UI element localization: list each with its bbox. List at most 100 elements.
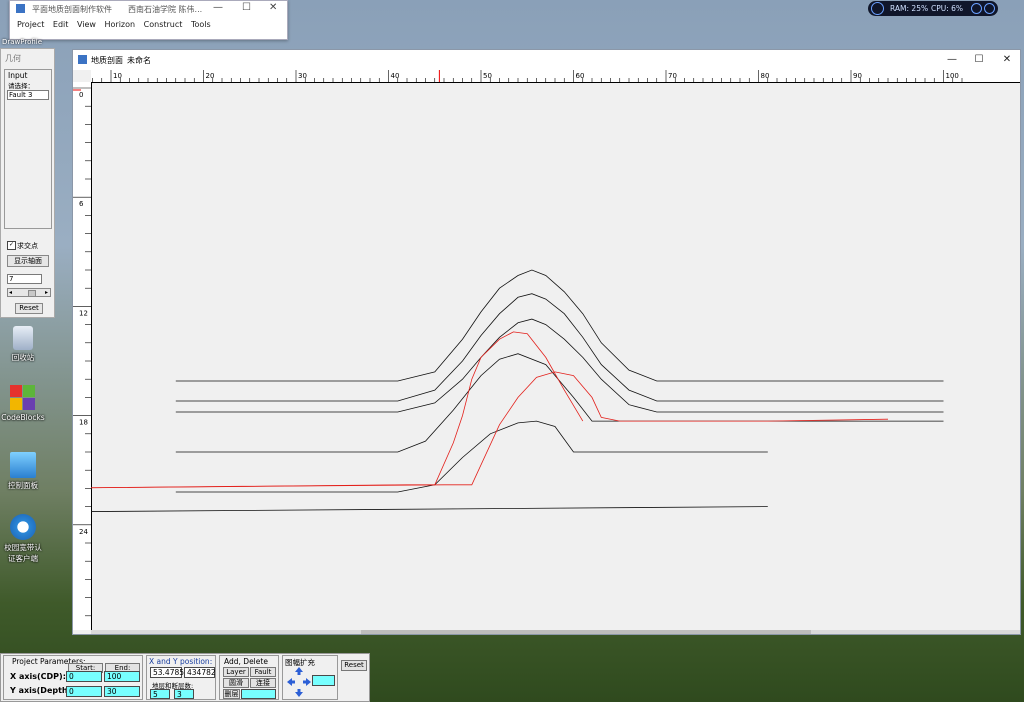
x-ruler-label: 20 (206, 72, 215, 80)
toolbox-title: 几何 (5, 54, 21, 63)
add-delete-label: Add, Delete (224, 657, 268, 666)
y-start-field[interactable]: 0 (66, 686, 102, 697)
selected-item-field[interactable]: Fault 3 (7, 90, 49, 100)
panel-reset-button[interactable]: Reset (341, 660, 367, 671)
horizon-line-2[interactable] (175, 293, 944, 402)
x-ruler-label: 100 (946, 72, 959, 80)
smooth-button[interactable]: 圆滑 (223, 678, 249, 688)
desktop-icon-codeblocks[interactable]: CodeBlocks (0, 385, 48, 422)
add-layer-button[interactable]: Layer (223, 667, 249, 677)
add-fault-button[interactable]: Fault (250, 667, 276, 677)
maximize-button[interactable]: ☐ (242, 2, 251, 13)
drawing-area[interactable]: 10 20 30 40 50 60 70 80 90 100 0 6 12 18 24 (73, 70, 1020, 634)
main-maximize-button[interactable]: ☐ (967, 52, 991, 68)
menu-project[interactable]: Project (17, 20, 44, 29)
x-start-field[interactable]: 0 (66, 671, 102, 682)
add-icon[interactable] (984, 3, 995, 14)
position-group: X and Y position: 53.4785 434782 地层和断层数:… (146, 655, 216, 700)
x-ruler-label: 60 (576, 72, 585, 80)
x-ruler-label: 10 (113, 72, 122, 80)
x-end-field[interactable]: 100 (104, 671, 140, 682)
toolbox-reset-button[interactable]: Reset (15, 303, 43, 314)
horizontal-scroll-thumb[interactable] (361, 630, 811, 634)
menu-tools[interactable]: Tools (191, 20, 211, 29)
x-position-field: 53.4785 (150, 667, 184, 678)
menu-construct[interactable]: Construct (144, 20, 183, 29)
connect-button[interactable]: 连接 (250, 678, 276, 688)
speed-icon[interactable] (971, 3, 982, 14)
project-params-group: Project Parameters: Start: End: X axis(C… (3, 655, 143, 700)
y-end-field[interactable]: 30 (104, 686, 140, 697)
y-ruler-label: 6 (79, 200, 84, 208)
xy-position-label: X and Y position: (149, 657, 213, 666)
horizon-line-5[interactable] (175, 420, 768, 493)
cpu-usage: CPU: 6% (931, 4, 964, 13)
vertical-ruler-ticks: 0 6 12 18 24 (73, 87, 91, 617)
scroll-right-icon[interactable]: ▸ (45, 289, 48, 296)
desktop-icon-label: 回收站 (11, 353, 35, 362)
menu-bar: Project Edit View Horizon Construct Tool… (17, 20, 217, 29)
taskbar-label: DrawProfile (2, 38, 43, 46)
horizon-line-4[interactable] (175, 353, 944, 453)
horizontal-ruler-ticks: 10 20 30 40 50 60 70 80 90 100 (92, 70, 963, 82)
fault-count-field[interactable]: 3 (174, 689, 194, 699)
desktop-icon-control-panel[interactable]: 控制面板 (0, 452, 48, 491)
fault-line-2[interactable] (91, 371, 889, 489)
scroll-left-icon[interactable]: ◂ (9, 289, 12, 296)
close-button[interactable]: ✕ (269, 2, 277, 13)
top-window-subtitle: 西南石油学院 陈伟... (128, 5, 203, 14)
intersect-checkbox-label: 求交点 (17, 242, 38, 250)
menu-view[interactable]: View (77, 20, 96, 29)
add-delete-group: Add, Delete Layer Fault 圆滑 连接 删层 (219, 655, 279, 700)
delete-layer-button[interactable]: 删层 (223, 689, 240, 699)
desktop-icon-label: 校园宽带认 证客户端 (4, 543, 42, 563)
desktop-icon-label: 控制面板 (8, 481, 38, 490)
menu-horizon[interactable]: Horizon (105, 20, 136, 29)
x-ruler-label: 30 (298, 72, 307, 80)
horizon-line-3[interactable] (175, 318, 944, 413)
zoom-field[interactable] (312, 675, 335, 686)
minimize-button[interactable]: — (213, 2, 223, 13)
main-close-button[interactable]: ✕ (995, 52, 1019, 68)
desktop-icon-recycle-bin[interactable]: 回收站 (0, 326, 48, 363)
layer-count-field[interactable]: 5 (150, 689, 170, 699)
intersect-checkbox[interactable]: ✓ (7, 241, 16, 250)
window-icon (78, 55, 87, 64)
cross-section-plot[interactable] (91, 82, 1020, 630)
x-ruler-label: 70 (668, 72, 677, 80)
recycle-bin-icon (13, 326, 33, 350)
vertical-ruler: 0 6 12 18 24 (73, 82, 92, 630)
menu-edit[interactable]: Edit (53, 20, 69, 29)
desktop-icon-campus-auth[interactable]: 校园宽带认 证客户端 (0, 514, 48, 564)
input-group: Input 请选择： Fault 3 (4, 69, 52, 229)
y-position-field: 434782 (184, 667, 216, 678)
x-ruler-label: 80 (761, 72, 770, 80)
top-window-title: 平面地质剖面制作软件 (32, 5, 112, 14)
system-monitor-widget: RAM: 25% CPU: 6% (868, 1, 998, 16)
value-field[interactable]: 7 (7, 274, 42, 284)
scroll-thumb[interactable] (28, 290, 36, 297)
input-group-label: Input (8, 71, 28, 80)
horizon-line-6[interactable] (91, 506, 768, 512)
x-axis-label: X axis(CDP): (10, 672, 66, 681)
control-panel-icon (10, 452, 36, 478)
delete-target-field[interactable] (241, 689, 276, 699)
desktop-icon-label: CodeBlocks (1, 413, 45, 422)
document-name: 未命名 (127, 56, 151, 65)
zoom-group: 图幅扩充 (282, 655, 338, 700)
monitor-icon (871, 2, 884, 15)
horizon-line-1[interactable] (175, 269, 944, 382)
y-ruler-label: 18 (79, 419, 88, 427)
value-scrollbar[interactable]: ◂ ▸ (7, 288, 51, 297)
app-icon (16, 4, 25, 13)
horizontal-scrollbar[interactable] (91, 630, 1020, 634)
campus-auth-icon (10, 514, 36, 540)
input-hint: 请选择： (8, 82, 34, 90)
main-minimize-button[interactable]: — (940, 52, 964, 68)
show-axis-button[interactable]: 显示轴面 (7, 255, 49, 267)
geometry-toolbox: 几何 Input 请选择： Fault 3 ✓ 求交点 显示轴面 7 ◂ ▸ R… (0, 48, 55, 318)
y-ruler-label: 0 (79, 91, 83, 99)
y-ruler-label: 24 (79, 528, 88, 536)
main-title-bar: 地质剖面 未命名 — ☐ ✕ (73, 50, 1020, 70)
pan-arrows-icon[interactable] (286, 666, 312, 698)
